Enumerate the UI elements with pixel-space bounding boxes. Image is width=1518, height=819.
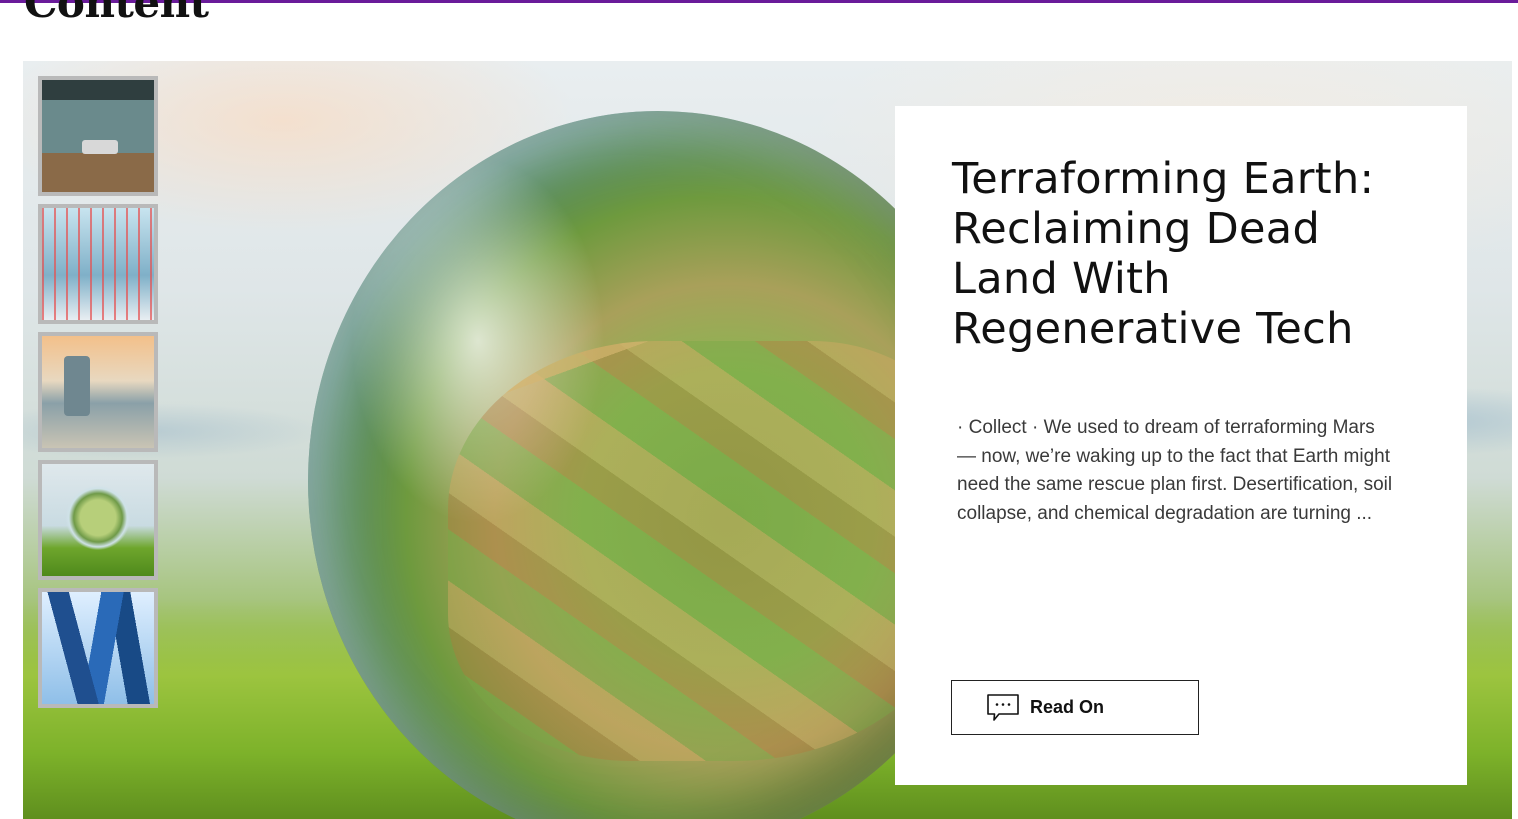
- page-heading: Content: [24, 0, 209, 27]
- thumbnail-list: [38, 76, 158, 708]
- thumbnail-treatment-room[interactable]: [38, 76, 158, 196]
- top-accent-bar: [0, 0, 1518, 3]
- thumbnail-machinery[interactable]: [38, 332, 158, 452]
- treatment-room-image: [42, 80, 154, 192]
- glass-towers-image: [42, 592, 154, 704]
- read-on-label: Read On: [1030, 697, 1105, 717]
- read-on-button[interactable]: Read On: [951, 680, 1199, 735]
- article-title[interactable]: Terraforming Earth: Reclaiming Dead Land…: [952, 154, 1422, 354]
- farmland-fields: [448, 341, 968, 761]
- glass-globe-thumb-image: [42, 464, 154, 576]
- hero-slider: Terraforming Earth: Reclaiming Dead Land…: [23, 61, 1512, 819]
- featured-article-card: Terraforming Earth: Reclaiming Dead Land…: [895, 106, 1467, 785]
- article-excerpt: · Collect · We used to dream of terrafor…: [957, 417, 1393, 524]
- comment-bubble-icon: [986, 693, 1020, 723]
- thumbnail-glass-globe[interactable]: [38, 460, 158, 580]
- thumbnail-dna-lab[interactable]: [38, 204, 158, 324]
- machinery-image: [42, 336, 154, 448]
- dna-lab-image: [42, 208, 154, 320]
- thumbnail-glass-towers[interactable]: [38, 588, 158, 708]
